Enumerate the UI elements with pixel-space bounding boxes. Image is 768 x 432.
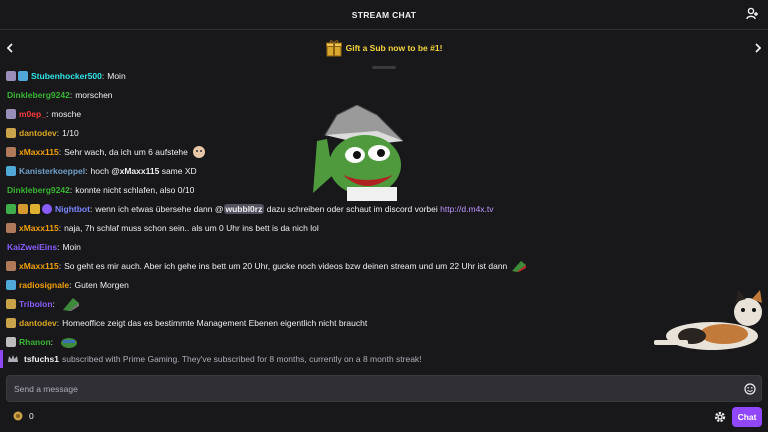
- face-badge-icon: [6, 299, 16, 309]
- chevron-left-icon[interactable]: [5, 42, 15, 54]
- chat-message: Nightbot: wenn ich etwas übersehe dann @…: [6, 201, 494, 217]
- crown-badge-icon: [18, 71, 28, 81]
- chat-text: So geht es mir auch. Aber ich gehe ins b…: [64, 261, 508, 271]
- chat-mention[interactable]: wubbl0rz: [223, 204, 265, 214]
- chat-message: Dinkleberg9242: konnte nicht schlafen, a…: [7, 185, 195, 195]
- chat-message: dantodev: 1/10: [6, 125, 79, 141]
- chat-message: Kanisterkoeppel: hoch @xMaxx115 same XD: [6, 163, 197, 179]
- pepe-emote-icon: [61, 338, 78, 348]
- chat-mention[interactable]: @xMaxx115: [111, 166, 159, 176]
- chat-header: STREAM CHAT: [0, 0, 768, 30]
- chat-message: m0ep_: mosche: [6, 106, 81, 122]
- channel-points-icon: [13, 411, 23, 421]
- chat-username[interactable]: xMaxx115: [19, 147, 59, 157]
- chat-username[interactable]: dantodev: [19, 128, 57, 138]
- smiley-icon[interactable]: [744, 383, 756, 395]
- emote-icon: [192, 146, 205, 158]
- gift-sub-text: Gift a Sub now to be #1!: [345, 43, 443, 53]
- chat-message: KaiZweiEins: Moin: [7, 242, 81, 252]
- chat-username[interactable]: xMaxx115: [19, 223, 59, 233]
- users-icon[interactable]: [746, 7, 760, 21]
- chat-text: wenn ich etwas übersehe dann @: [95, 204, 224, 214]
- hand-badge-icon: [18, 204, 28, 214]
- chat-username[interactable]: Tribolon: [19, 299, 53, 309]
- chat-text: mosche: [51, 109, 82, 119]
- gear-badge-icon: [6, 204, 16, 214]
- subscription-notice: tsfuchs1 subscribed with Prime Gaming. T…: [0, 350, 768, 368]
- face-badge-icon: [6, 223, 16, 233]
- subscriber-username[interactable]: tsfuchs1: [24, 354, 59, 364]
- robot-badge-icon: [6, 109, 16, 119]
- chat-link[interactable]: http://d.m4x.tv: [440, 204, 493, 214]
- chat-text: Moin: [62, 242, 81, 252]
- chat-username[interactable]: Dinkleberg9242: [7, 185, 70, 195]
- chat-username[interactable]: Nightbot: [55, 204, 90, 214]
- pepe-emote-icon: [62, 298, 79, 311]
- gift-sub-banner[interactable]: Gift a Sub now to be #1!: [0, 30, 768, 66]
- chat-message: xMaxx115: Sehr wach, da ich um 6 aufsteh…: [6, 144, 206, 160]
- cat-overlay-image: [654, 290, 762, 350]
- chat-text: morschen: [75, 90, 113, 100]
- arrow-badge-icon: [6, 337, 16, 347]
- chat-username[interactable]: m0ep_: [19, 109, 46, 119]
- chat-message: xMaxx115: So geht es mir auch. Aber ich …: [6, 258, 527, 274]
- chat-username[interactable]: Kanisterkoeppel: [19, 166, 85, 176]
- robot-badge-icon: [6, 71, 16, 81]
- face-badge-icon: [6, 128, 16, 138]
- chat-message: xMaxx115: naja, 7h schlaf muss schon sei…: [6, 220, 319, 236]
- channel-points-count: 0: [29, 411, 34, 421]
- face-badge-icon: [6, 261, 16, 271]
- crown-badge-icon: [6, 280, 16, 290]
- chat-text: dazu schreiben oder schaut im discord vo…: [266, 204, 438, 214]
- chat-text: Guten Morgen: [74, 280, 129, 290]
- crown-icon: [8, 355, 18, 362]
- chat-text: Homeoffice zeigt das es bestimmte Manage…: [62, 318, 368, 328]
- verified-badge-icon: [42, 204, 52, 214]
- gear-icon[interactable]: [713, 410, 727, 424]
- chat-username[interactable]: Stubenhocker500: [31, 71, 102, 81]
- send-chat-button[interactable]: Chat: [732, 407, 762, 427]
- chat-message: dantodev: Homeoffice zeigt das es bestim…: [6, 315, 367, 331]
- chat-message: Dinkleberg9242: morschen: [7, 90, 113, 100]
- chat-text: konnte nicht schlafen, also 0/10: [75, 185, 195, 195]
- chat-username[interactable]: dantodev: [19, 318, 57, 328]
- chat-username[interactable]: xMaxx115: [19, 261, 59, 271]
- chat-message: Rhanon:: [6, 334, 78, 350]
- pepe-overlay-image: [313, 105, 403, 201]
- chevron-right-icon[interactable]: [753, 42, 763, 54]
- chat-username[interactable]: KaiZweiEins: [7, 242, 57, 252]
- chat-username[interactable]: Dinkleberg9242: [7, 90, 70, 100]
- chat-text: Sehr wach, da ich um 6 aufstehe: [64, 147, 188, 157]
- chat-title: STREAM CHAT: [351, 9, 417, 20]
- moderator-badge-icon: [30, 204, 40, 214]
- chat-input[interactable]: [7, 382, 736, 395]
- face-badge-icon: [6, 147, 16, 157]
- subscription-text: subscribed with Prime Gaming. They've su…: [61, 354, 422, 364]
- crown-badge-icon: [6, 166, 16, 176]
- gift-icon: [325, 40, 342, 57]
- chat-text: 1/10: [62, 128, 79, 138]
- chat-footer: 0 Chat: [0, 406, 768, 430]
- face-badge-icon: [6, 318, 16, 328]
- chat-message: radiosignale: Guten Morgen: [6, 277, 129, 293]
- chat-text: same XD: [161, 166, 197, 176]
- chat-username[interactable]: Rhanon: [19, 337, 51, 347]
- chat-text: hoch: [90, 166, 109, 176]
- chat-message: Tribolon:: [6, 296, 80, 312]
- channel-points[interactable]: 0: [13, 411, 34, 421]
- chat-input-container: [6, 375, 762, 402]
- chat-username[interactable]: radiosignale: [19, 280, 69, 290]
- chat-text: Moin: [107, 71, 126, 81]
- chat-message: Stubenhocker500: Moin: [6, 68, 126, 84]
- chat-text: naja, 7h schlaf muss schon sein.. als um…: [64, 223, 319, 233]
- pepe-emote-icon: [512, 261, 527, 272]
